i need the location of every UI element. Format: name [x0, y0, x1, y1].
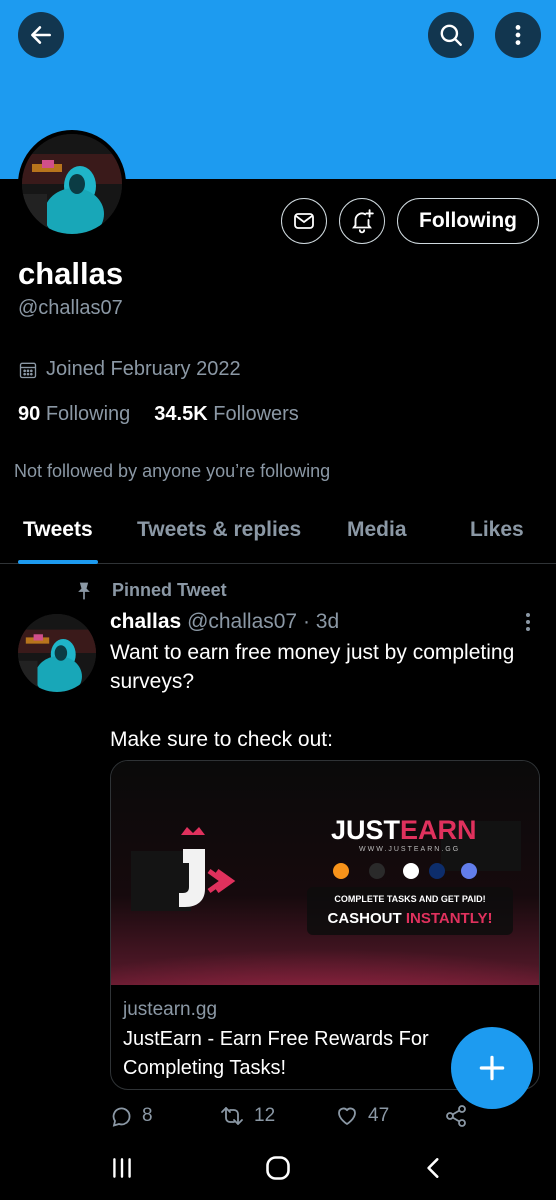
card-domain: justearn.gg — [123, 999, 218, 1020]
following-label: Following — [45, 403, 131, 425]
pin-icon — [78, 582, 90, 599]
joined-date: Joined February 2022 — [18, 358, 241, 381]
like-action[interactable]: 47 — [334, 1104, 389, 1128]
nav-back-button[interactable] — [414, 1150, 454, 1186]
back-button[interactable] — [18, 12, 64, 58]
plus-icon — [479, 1055, 505, 1081]
paypal-icon — [429, 863, 445, 879]
tweet-author-name[interactable]: challas — [110, 610, 181, 633]
retweet-icon — [221, 1107, 243, 1125]
compose-tweet-button[interactable] — [451, 1027, 533, 1109]
tab-media[interactable]: Media — [347, 518, 407, 542]
tweet-author-meta: @challas07 · 3d — [187, 610, 340, 633]
retweet-count: 12 — [254, 1105, 276, 1126]
calendar-icon — [19, 362, 37, 378]
profile-tabs: Tweets Tweets & replies Media Likes — [0, 504, 556, 564]
card-image: JUSTEARN WWW.JUSTEARN.GG COMPLETE TASKS … — [111, 761, 539, 985]
profile-avatar[interactable] — [18, 130, 126, 238]
tab-likes[interactable]: Likes — [470, 518, 524, 542]
followers-label: Followers — [213, 403, 299, 425]
system-navigation-bar — [0, 1138, 556, 1200]
joined-label: Joined February 2022 — [46, 358, 241, 380]
recent-apps-icon — [113, 1158, 131, 1178]
ethereum-icon — [461, 863, 477, 879]
more-vertical-icon — [526, 613, 530, 631]
avatar-image — [22, 134, 122, 234]
mutual-followers-note: Not followed by anyone you’re following — [14, 461, 331, 481]
following-stat[interactable]: 90 Following — [18, 403, 130, 426]
arrow-left-icon — [31, 26, 51, 44]
tweet-text: Want to earn free money just by completi… — [110, 641, 515, 751]
tab-tweets-replies[interactable]: Tweets & replies — [137, 518, 301, 542]
bell-plus-icon — [352, 209, 374, 234]
heart-icon — [338, 1107, 356, 1125]
card-cashout-word: CASHOUT — [327, 910, 401, 927]
chevron-left-icon — [427, 1158, 439, 1178]
card-brand: JUSTEARN — [331, 815, 477, 845]
followers-stat[interactable]: 34.5K Followers — [154, 403, 299, 426]
retweet-action[interactable]: 12 — [218, 1104, 275, 1128]
bitcoin-icon — [333, 863, 349, 879]
profile-handle: @challas07 — [18, 297, 123, 319]
home-button[interactable] — [258, 1150, 298, 1186]
more-vertical-icon — [515, 25, 521, 45]
notifications-button[interactable] — [339, 198, 385, 244]
followers-count: 34.5K — [154, 403, 208, 425]
follow-stats: 90 Following 34.5K Followers — [18, 403, 299, 426]
search-icon — [440, 24, 462, 46]
tweet-avatar-image — [18, 614, 96, 692]
tweet-header: challas @challas07 · 3d — [110, 610, 339, 634]
reply-count: 8 — [142, 1105, 153, 1126]
reply-action[interactable]: 8 — [110, 1104, 153, 1128]
card-cashout: CASHOUT INSTANTLY! — [327, 910, 492, 927]
profile-name: challas — [18, 256, 124, 291]
like-count: 47 — [368, 1105, 390, 1126]
tweet-avatar[interactable] — [18, 614, 96, 692]
tab-tweets[interactable]: Tweets — [23, 518, 93, 542]
search-button[interactable] — [428, 12, 474, 58]
tweet-more-button[interactable] — [518, 610, 538, 634]
card-instantly-word: INSTANTLY! — [406, 910, 493, 927]
card-title: JustEarn - Earn Free Rewards For Complet… — [123, 1028, 429, 1079]
home-icon — [266, 1156, 290, 1180]
card-brand-earn: EARN — [400, 815, 477, 845]
recent-apps-button[interactable] — [102, 1150, 142, 1186]
following-count: 90 — [18, 403, 41, 425]
card-tagline: COMPLETE TASKS AND GET PAID! — [334, 894, 485, 904]
following-button[interactable]: Following — [397, 198, 539, 244]
coin-icon — [369, 863, 385, 879]
share-icon — [446, 1105, 466, 1127]
share-action[interactable] — [444, 1104, 468, 1128]
tweet-actions: 8 12 47 — [110, 1104, 540, 1138]
reply-icon — [112, 1107, 131, 1127]
mail-icon — [294, 213, 314, 229]
message-button[interactable] — [281, 198, 327, 244]
more-options-button[interactable] — [495, 12, 541, 58]
amazon-icon — [403, 863, 419, 879]
pinned-indicator: Pinned Tweet — [74, 580, 227, 601]
card-brand-just: JUST — [331, 815, 401, 845]
active-tab-indicator — [18, 560, 98, 564]
card-brand-url: WWW.JUSTEARN.GG — [359, 846, 460, 853]
pinned-label: Pinned Tweet — [112, 580, 227, 600]
